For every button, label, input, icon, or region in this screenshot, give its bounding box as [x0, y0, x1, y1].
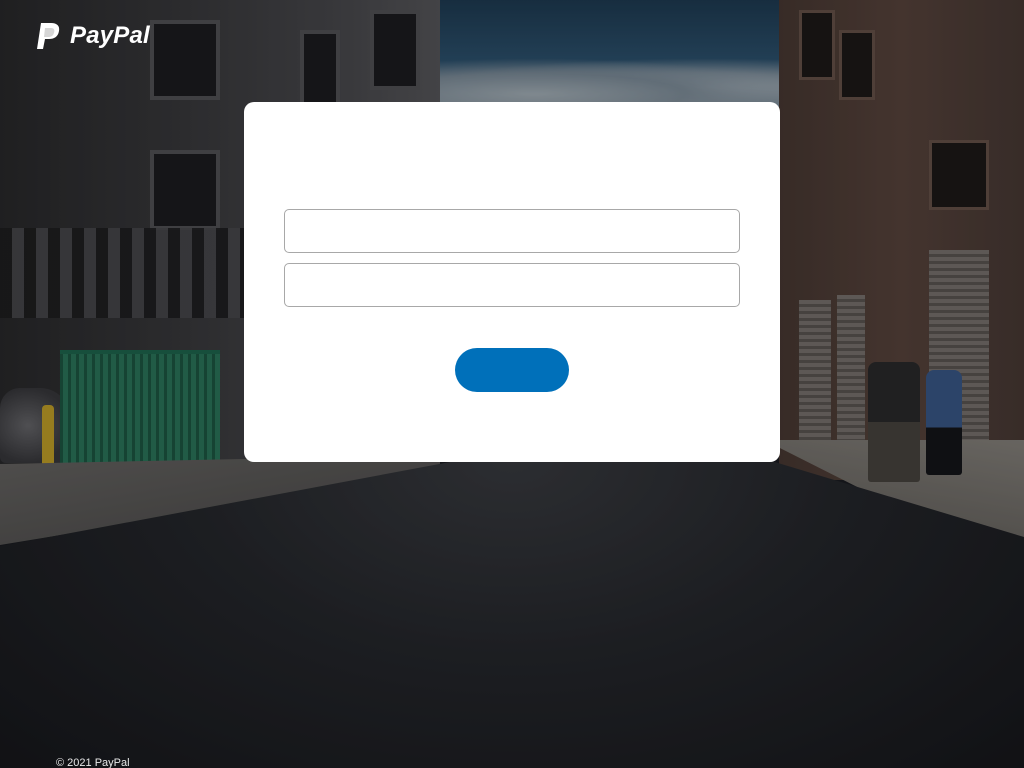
- paypal-logo[interactable]: PayPal: [36, 20, 150, 52]
- logo-text: PayPal: [70, 22, 150, 49]
- password-input[interactable]: [284, 263, 740, 307]
- copyright-text: © 2021 PayPal: [56, 757, 130, 768]
- login-button[interactable]: [455, 348, 569, 392]
- email-input[interactable]: [284, 209, 740, 253]
- paypal-p-icon: [37, 23, 60, 49]
- login-card: [244, 102, 780, 462]
